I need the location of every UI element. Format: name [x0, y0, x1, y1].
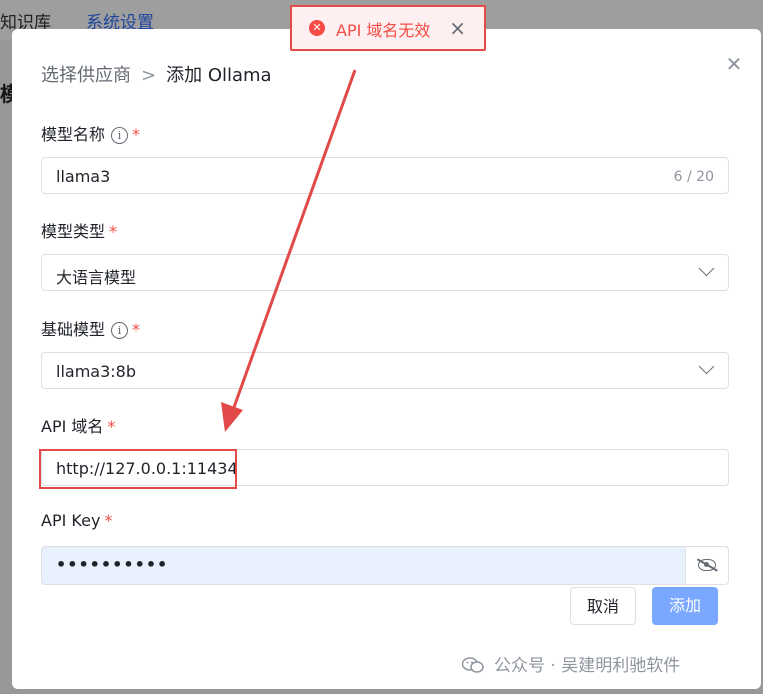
toast-message: API 域名无效 [336, 21, 431, 40]
toast-close-icon[interactable]: × [449, 16, 466, 40]
error-circle-icon: ✕ [309, 20, 325, 36]
annotation-arrow [221, 69, 357, 432]
error-toast: ✕ API 域名无效 × [290, 5, 486, 51]
